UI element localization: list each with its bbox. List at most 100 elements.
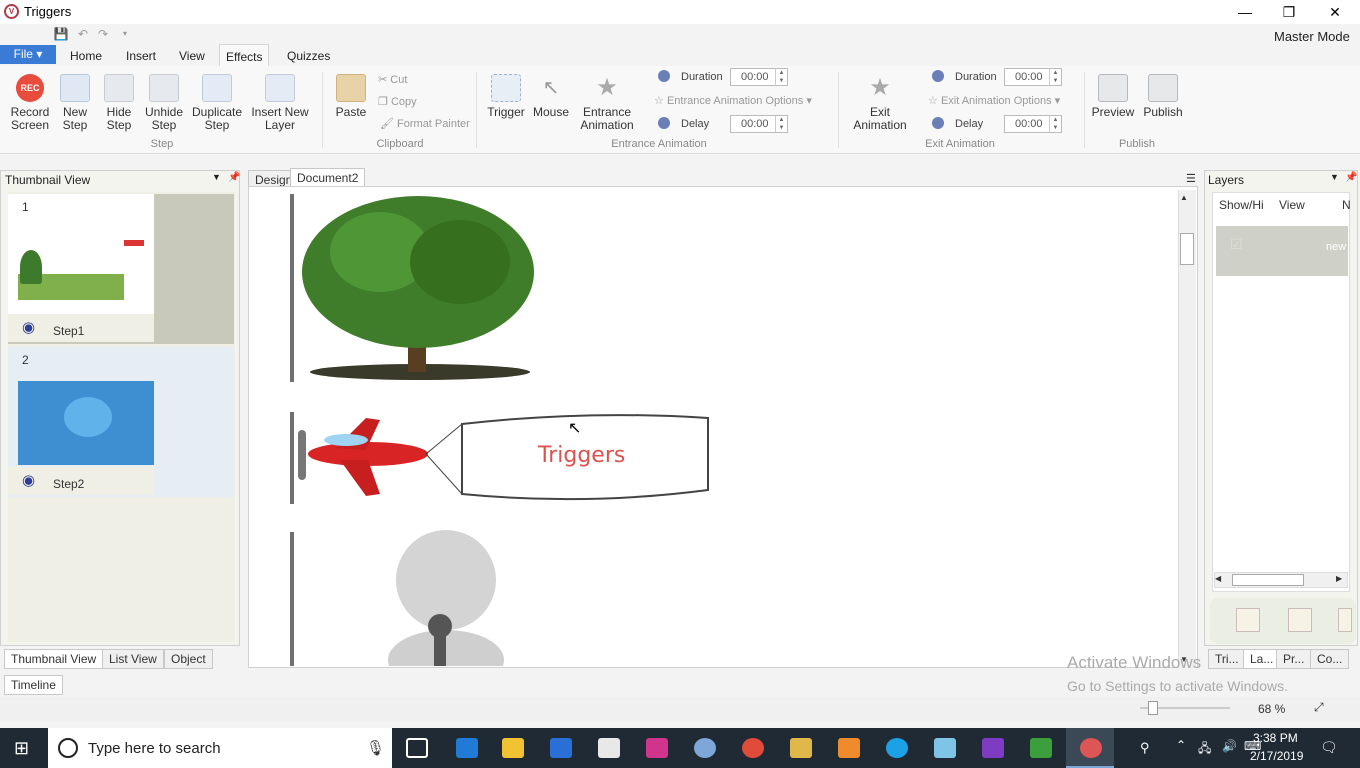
tab-home[interactable]: Home [64, 44, 108, 66]
tree-image[interactable] [300, 192, 540, 382]
cut-button[interactable]: ✂ Cut [378, 73, 407, 86]
customize-toolbar-icon[interactable]: ▾ [117, 26, 133, 42]
spinner-arrows-icon[interactable]: ▲ ▼ [1049, 69, 1061, 85]
new-layer-icon[interactable] [1236, 608, 1260, 632]
edge-icon[interactable] [456, 738, 478, 758]
tab-object[interactable]: Object [164, 649, 213, 669]
tab-effects[interactable]: Effects [219, 44, 270, 66]
format-painter-button[interactable]: 🖌 Format Painter [380, 117, 470, 130]
panel-menu-icon[interactable]: ▼ [212, 172, 221, 182]
scroll-right-icon[interactable]: ▶ [1336, 574, 1342, 583]
skype-icon[interactable] [886, 738, 908, 758]
column-show-hide[interactable]: Show/Hi [1219, 198, 1264, 212]
redo-icon[interactable]: ↷ [95, 26, 111, 42]
layer-visible-checkbox[interactable]: ☑ [1230, 236, 1243, 253]
file-tab[interactable]: File ▾ [0, 45, 56, 64]
tab-properties[interactable]: Pr... [1276, 649, 1312, 669]
duplicate-step-button[interactable]: Duplicate Step [190, 74, 244, 132]
minimize-button[interactable]: — [1222, 0, 1268, 24]
canvas-scroll-thumb[interactable] [1180, 233, 1194, 265]
column-view[interactable]: View [1279, 198, 1305, 212]
app-crystal-icon[interactable] [934, 738, 956, 758]
trigger-button[interactable]: Trigger [484, 74, 528, 119]
tab-view[interactable]: View [173, 44, 211, 66]
layers-menu-icon[interactable]: ▼ [1330, 172, 1339, 182]
undo-icon[interactable]: ↶ [75, 26, 91, 42]
tab-document2[interactable]: Document2 [290, 168, 366, 188]
preview-button[interactable]: Preview [1090, 74, 1136, 119]
spinner-arrows-icon[interactable]: ▲ ▼ [775, 69, 787, 85]
tab-layers[interactable]: La... [1243, 649, 1281, 669]
layers-scroll-thumb[interactable] [1232, 574, 1304, 586]
delay-input[interactable]: ▲ ▼ 00:00 [730, 115, 788, 133]
eye-icon[interactable]: ◉ [22, 318, 35, 336]
thumbnail-item[interactable]: 1 ◉ Step1 [8, 194, 234, 344]
spinner-arrows-icon[interactable]: ▲ ▼ [1049, 116, 1061, 132]
mouse-button[interactable]: ↖ Mouse [530, 74, 572, 119]
tool-icon[interactable] [790, 738, 812, 758]
copy-button[interactable]: ❐ Copy [378, 95, 417, 108]
safari-icon[interactable] [694, 738, 716, 758]
airplane-banner-image[interactable] [296, 410, 716, 506]
app-chart-icon[interactable] [1030, 738, 1052, 758]
exit-animation-button[interactable]: ★ Exit Animation [848, 74, 912, 132]
hide-step-button[interactable]: Hide Step [100, 74, 138, 132]
chrome-icon[interactable] [742, 738, 764, 758]
tab-thumbnail-view[interactable]: Thumbnail View [4, 649, 104, 669]
app-orange-icon[interactable] [838, 738, 860, 758]
network-icon[interactable]: 🖧 [1198, 739, 1211, 760]
pin-icon[interactable]: 📌 [228, 172, 240, 183]
entrance-animation-button[interactable]: ★ Entrance Animation [578, 74, 636, 132]
document-menu-icon[interactable]: ☰ [1186, 172, 1196, 185]
thumbnail-item[interactable]: 2 ◉ Step2 [8, 347, 234, 497]
layers-pin-icon[interactable]: 📌 [1345, 172, 1357, 183]
zoom-slider-handle[interactable] [1148, 701, 1158, 715]
new-step-button[interactable]: New Step [56, 74, 94, 132]
insert-new-layer-button[interactable]: Insert New Layer [248, 74, 312, 132]
tray-up-icon[interactable]: ⌃ [1176, 738, 1186, 752]
scroll-up-icon[interactable]: ▲ [1180, 193, 1188, 202]
tab-comments[interactable]: Co... [1310, 649, 1350, 669]
eye-icon[interactable]: ◉ [22, 471, 35, 489]
person-microphone-image[interactable] [388, 530, 508, 666]
microphone-icon[interactable]: 🎙 [366, 739, 385, 757]
tab-quizzes[interactable]: Quizzes [281, 44, 336, 66]
spinner-arrows-icon[interactable]: ▲ ▼ [775, 116, 787, 132]
close-button[interactable]: ✕ [1312, 0, 1358, 24]
paste-button[interactable]: Paste [330, 74, 372, 119]
tab-list-view[interactable]: List View [102, 649, 164, 669]
active-app-icon[interactable] [1080, 738, 1102, 758]
record-screen-button[interactable]: REC Record Screen [6, 74, 54, 132]
entrance-animation-options-button[interactable]: ☆ Entrance Animation Options ▾ [654, 94, 812, 107]
people-icon[interactable]: ⚲ [1140, 740, 1150, 756]
scroll-left-icon[interactable]: ◀ [1215, 574, 1221, 583]
fit-to-window-icon[interactable]: ⤢ [1314, 700, 1324, 715]
clock-date[interactable]: 2/17/2019 [1250, 749, 1303, 763]
unhide-step-button[interactable]: Unhide Step [144, 74, 184, 132]
edit-layer-icon[interactable] [1288, 608, 1312, 632]
tab-timeline[interactable]: Timeline [4, 675, 63, 695]
tab-triggers[interactable]: Tri... [1208, 649, 1246, 669]
master-mode-label[interactable]: Master Mode [1274, 29, 1350, 44]
notifications-icon[interactable]: 🗨 [1320, 739, 1338, 756]
layer-options-icon[interactable] [1338, 608, 1352, 632]
layer-name: new [1326, 241, 1347, 253]
exit-duration-input[interactable]: ▲ ▼ 00:00 [1004, 68, 1062, 86]
clock-time[interactable]: 3:38 PM [1253, 731, 1298, 745]
tab-insert[interactable]: Insert [120, 44, 162, 66]
duration-input[interactable]: ▲ ▼ 00:00 [730, 68, 788, 86]
file-explorer-icon[interactable] [502, 738, 524, 758]
mail-icon[interactable] [598, 738, 620, 758]
volume-icon[interactable]: 🔊 [1222, 739, 1237, 753]
visual-studio-icon[interactable] [982, 738, 1004, 758]
save-icon[interactable]: 💾 [53, 26, 69, 42]
publish-button[interactable]: Publish [1140, 74, 1186, 119]
store-icon[interactable] [550, 738, 572, 758]
exit-animation-options-button[interactable]: ☆ Exit Animation Options ▾ [928, 94, 1060, 107]
app-w-icon[interactable] [646, 738, 668, 758]
column-name[interactable]: N [1342, 198, 1351, 212]
task-view-icon[interactable] [406, 738, 428, 758]
maximize-button[interactable]: ❐ [1266, 0, 1312, 24]
windows-start-icon[interactable]: ⊞ [14, 738, 29, 759]
exit-delay-input[interactable]: ▲ ▼ 00:00 [1004, 115, 1062, 133]
